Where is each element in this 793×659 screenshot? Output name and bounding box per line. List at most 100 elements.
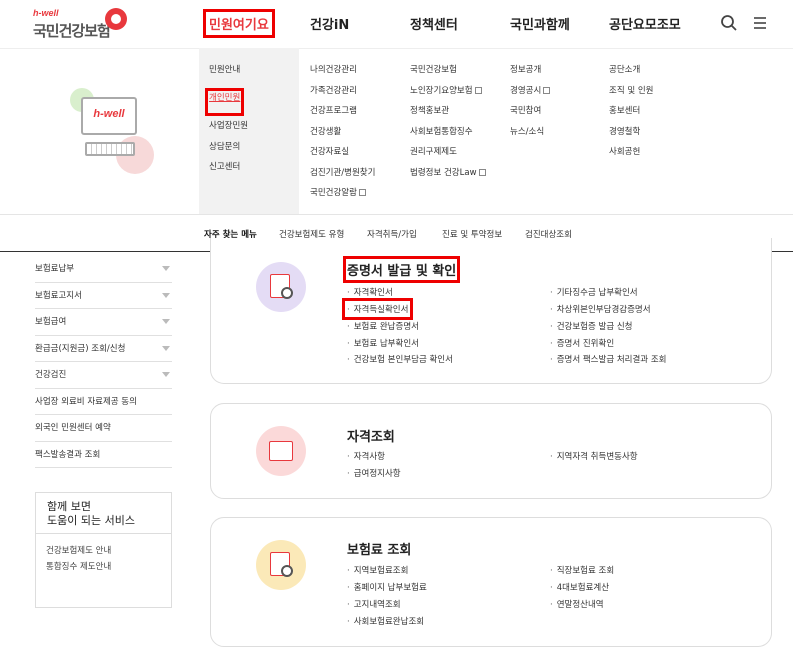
sidebar-item[interactable]: 환급금(지원금) 조회/신청 [35,336,172,362]
mega-item[interactable]: 민원안내 [209,64,248,85]
mega-item[interactable]: 국민참여 [510,105,550,126]
sidebar-item[interactable]: 보험료고지서 [35,283,172,309]
mega-item[interactable]: 가족건강관리 [310,85,375,106]
card-link[interactable]: 사회보험료완납조회 [347,615,424,627]
mega-item[interactable]: 조직 및 인원 [609,85,654,106]
card-link[interactable]: 홈페이지 납부보험료 [347,581,427,593]
mega-item[interactable]: 사업장민원 [209,120,248,141]
nav-health-in[interactable]: 건강iN [310,14,349,33]
logo-mark-icon [105,8,127,30]
card-link[interactable]: 기타징수금 납부확인서 [550,286,638,298]
card-link[interactable]: 자격확인서 [347,286,393,298]
card-title: 보험료 조회 [347,543,412,558]
external-link-icon [543,86,551,94]
logo[interactable]: h-well 국민건강보험 [33,8,133,42]
certificate-icon [256,262,306,312]
card-link[interactable]: 건강보험 본인부담금 확인서 [347,353,453,365]
card-link[interactable]: 지역자격 취득변동사항 [550,450,638,462]
mega-col-1: 민원안내 개인민원 사업장민원 상담문의 신고센터 [204,64,248,182]
card-link[interactable]: 증명서 팩스발급 처리결과 조회 [550,353,667,365]
mega-item[interactable]: 건강프로그램 [310,105,375,126]
card-link[interactable]: 고지내역조회 [347,598,401,610]
sidebar-item[interactable]: 사업장 외료비 자료제공 동의 [35,389,172,415]
nav-about[interactable]: 공단요모조모 [609,14,681,33]
mega-item[interactable]: 나의건강관리 [310,64,375,85]
chevron-down-icon [162,319,170,324]
nav-minwon[interactable]: 민원여기요 [203,9,275,38]
card-link[interactable]: 보험료 납부확인서 [347,337,419,349]
external-link-icon [478,168,486,176]
related-service-link[interactable]: 건강보험제도 안내 [46,544,171,560]
mega-item[interactable]: 정보공개 [510,64,550,85]
search-icon[interactable] [719,13,739,33]
mega-item-ext[interactable]: 국민건강알람 [310,187,375,208]
sidebar-item[interactable]: 보험료납부 [35,256,172,283]
menu-icon[interactable] [750,13,770,33]
chevron-down-icon [162,345,170,351]
keyboard-icon [85,142,135,156]
header: h-well 국민건강보험 민원여기요 건강iN 정책센터 국민과함께 공단요모… [0,0,793,48]
mega-item[interactable]: 건강생활 [310,126,375,147]
card-title: 자격조회 [347,430,395,445]
mega-item[interactable]: 상담문의 [209,141,248,162]
mega-item[interactable]: 사회공헌 [609,146,654,167]
mega-item[interactable]: 뉴스/소식 [510,126,550,147]
sidebar-item[interactable]: 건강검진 [35,362,172,389]
card-certificates: 증명서 발급 및 확인 자격확인서 자격득실확인서 보험료 완납증명서 보험료 … [210,238,772,384]
mega-item-personal[interactable]: 개인민원 [204,87,245,116]
mega-item[interactable]: 사회보험통합징수 [410,126,486,147]
related-services-title: 함께 보면 도움이 되는 서비스 [47,500,135,527]
external-link-icon [474,86,482,94]
premium-icon [256,540,306,590]
hwell-illustration: h-well [60,78,160,178]
nav-policy-center[interactable]: 정책센터 [410,14,458,33]
nav-together[interactable]: 국민과함께 [510,14,570,33]
logo-main-text: 국민건강보험 [33,22,111,40]
card-link[interactable]: 차상위본인부담경감증명서 [550,303,651,315]
mega-item[interactable]: 홍보센터 [609,105,654,126]
logo-small-text: h-well [33,8,59,18]
related-services-list: 건강보험제도 안내 통합징수 제도안내 [36,533,171,576]
card-link[interactable]: 보험료 완납증명서 [347,320,419,332]
mega-item[interactable]: 건강자료실 [310,146,375,167]
mega-item-ext[interactable]: 경영공시 [510,85,551,106]
card-link[interactable]: 증명서 진위확인 [550,337,614,349]
chevron-down-icon [162,372,170,377]
sidebar: 보험료납부 보험료고지서 보험급여 환급금(지원금) 조회/신청 건강검진 사업… [35,256,172,468]
id-card-icon [256,426,306,476]
mega-item[interactable]: 검진기관/병원찾기 [310,167,375,188]
mega-item[interactable]: 권리구제제도 [410,146,486,167]
card-link[interactable]: 지역보험료조회 [347,564,409,576]
card-link[interactable]: 직장보험료 조회 [550,564,614,576]
card-link[interactable]: 건강보험증 발급 신청 [550,320,633,332]
mega-item-ext[interactable]: 법령정보 건강Law [410,167,486,188]
mega-col-4: 정보공개 경영공시 국민참여 뉴스/소식 [510,64,551,147]
related-service-link[interactable]: 통합징수 제도안내 [46,560,171,576]
mega-col-3: 국민건강보험 노인장기요양보험 정책홍보관 사회보험통합징수 권리구제제도 법령… [410,64,486,187]
card-qualification: 자격조회 자격사항 급여정지사항 지역자격 취득변동사항 [210,403,772,499]
sidebar-item[interactable]: 보험급여 [35,309,172,336]
card-link[interactable]: 자격사항 [347,450,385,462]
page: { "header": { "logo_small": "h-well", "l… [0,0,793,659]
card-title: 증명서 발급 및 확인 [342,256,461,283]
mega-col-2: 나의건강관리 가족건강관리 건강프로그램 건강생활 건강자료실 검진기관/병원찾… [310,64,375,208]
external-link-icon [358,189,366,196]
card-link[interactable]: 4대보험료계산 [550,581,609,593]
mega-item[interactable]: 국민건강보험 [410,64,486,85]
card-link[interactable]: 급여정지사항 [347,467,401,479]
mega-item[interactable]: 신고센터 [209,161,248,182]
mega-item[interactable]: 정책홍보관 [410,105,486,126]
chevron-down-icon [162,292,170,298]
chevron-down-icon [162,266,170,271]
card-premium: 보험료 조회 지역보험료조회 홈페이지 납부보험료 고지내역조회 사회보험료완납… [210,517,772,647]
monitor-icon: h-well [81,97,137,135]
related-services-box: 함께 보면 도움이 되는 서비스 건강보험제도 안내 통합징수 제도안내 [35,492,172,608]
sidebar-item[interactable]: 팩스발송결과 조회 [35,442,172,468]
card-link-qualification-history[interactable]: 자격득실확인서 [341,298,414,320]
mega-item-ext[interactable]: 노인장기요양보험 [410,85,486,106]
mega-item[interactable]: 공단소개 [609,64,654,85]
sidebar-item[interactable]: 외국인 민원센터 예약 [35,415,172,442]
card-link[interactable]: 연말정산내역 [550,598,604,610]
mega-col-5: 공단소개 조직 및 인원 홍보센터 경영철학 사회공헌 [609,64,654,167]
mega-item[interactable]: 경영철학 [609,126,654,147]
